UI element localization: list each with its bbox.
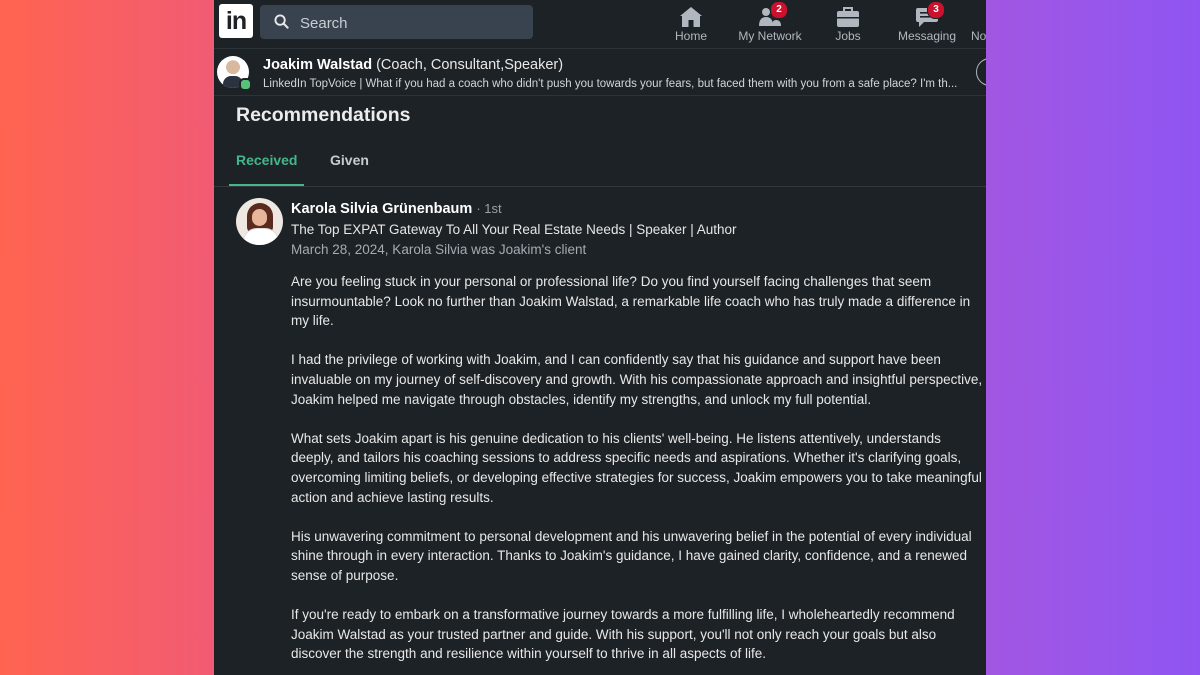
nav-notifications[interactable]: No bbox=[971, 0, 986, 48]
nav-messaging[interactable]: 3 Messaging bbox=[896, 0, 958, 48]
profile-sticky-bar: Joakim Walstad (Coach, Consultant,Speake… bbox=[214, 49, 986, 96]
top-navigation: in Home bbox=[214, 0, 986, 49]
linkedin-window: in Home bbox=[214, 0, 986, 675]
nav-home[interactable]: Home bbox=[666, 0, 716, 48]
recommendation-paragraph: I had the privilege of working with Joak… bbox=[291, 352, 983, 407]
nav-home-label: Home bbox=[674, 29, 707, 43]
linkedin-logo[interactable]: in bbox=[219, 4, 253, 38]
network-icon: 2 bbox=[758, 1, 788, 28]
nav-my-network-label: My Network bbox=[738, 29, 802, 43]
search-bar[interactable] bbox=[260, 5, 533, 41]
nav-my-network[interactable]: 2 My Network bbox=[734, 0, 806, 48]
search-icon bbox=[274, 14, 289, 34]
online-status-dot bbox=[239, 78, 252, 91]
profile-roles: (Coach, Consultant,Speaker) bbox=[376, 57, 564, 73]
recommendation-date-relation: March 28, 2024, Karola Silvia was Joakim… bbox=[291, 242, 587, 257]
recommendation-tabs: Received Given bbox=[214, 140, 986, 187]
recommender-avatar[interactable] bbox=[236, 198, 283, 245]
profile-headline: LinkedIn TopVoice | What if you had a co… bbox=[263, 78, 958, 90]
nav-jobs-label: Jobs bbox=[835, 29, 861, 43]
recommendation-paragraph: What sets Joakim apart is his genuine de… bbox=[291, 430, 982, 505]
recommendation-paragraph: His unwavering commitment to personal de… bbox=[291, 528, 972, 583]
home-icon bbox=[666, 6, 716, 28]
profile-name-line: Joakim Walstad (Coach, Consultant,Speake… bbox=[263, 57, 563, 73]
tab-received[interactable]: Received bbox=[229, 140, 305, 186]
more-button[interactable] bbox=[976, 58, 986, 86]
recommendation-paragraph: If you're ready to embark on a transform… bbox=[291, 607, 955, 662]
network-badge: 2 bbox=[770, 1, 788, 19]
notifications-icon bbox=[971, 6, 986, 28]
nav-messaging-label: Messaging bbox=[897, 29, 957, 43]
briefcase-icon bbox=[836, 6, 860, 28]
connection-degree: · 1st bbox=[476, 201, 502, 216]
recommendation-text: Are you feeling stuck in your personal o… bbox=[291, 272, 983, 675]
search-input[interactable] bbox=[298, 5, 532, 41]
recommender-name-line: Karola Silvia Grünenbaum · 1st bbox=[291, 201, 502, 217]
recommender-name[interactable]: Karola Silvia Grünenbaum bbox=[291, 201, 472, 217]
messaging-badge: 3 bbox=[927, 1, 945, 19]
nav-jobs[interactable]: Jobs bbox=[826, 0, 870, 48]
recommendation-paragraph: Are you feeling stuck in your personal o… bbox=[291, 274, 971, 329]
section-title: Recommendations bbox=[236, 104, 411, 126]
messaging-icon: 3 bbox=[915, 1, 945, 28]
recommender-headline: The Top EXPAT Gateway To All Your Real E… bbox=[291, 222, 737, 237]
tab-given[interactable]: Given bbox=[330, 140, 369, 184]
nav-notifications-label: No bbox=[971, 29, 986, 43]
profile-name[interactable]: Joakim Walstad bbox=[263, 57, 372, 73]
